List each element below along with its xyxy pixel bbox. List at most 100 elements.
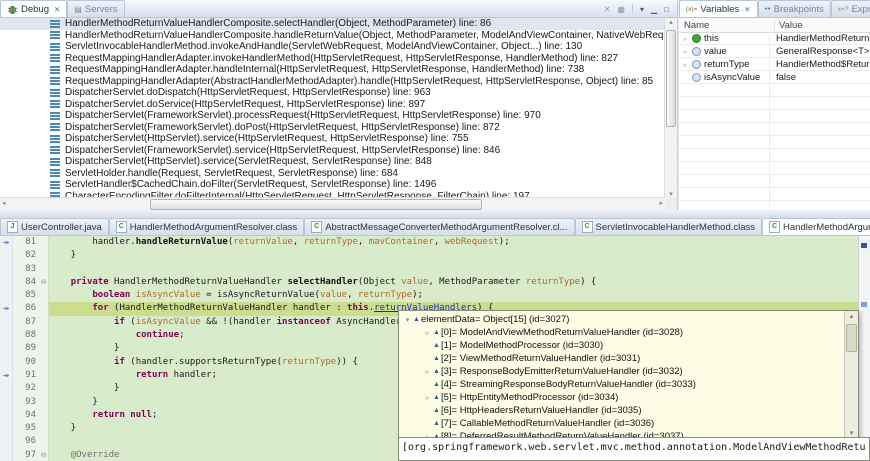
variables-table: ▹ this HandlerMethodReturnVa ▹ value GeneralR… [679,32,870,210]
scrollbar-thumb[interactable] [846,324,857,352]
view-menu-icon[interactable]: ▾ [640,5,644,14]
stack-frame-row[interactable]: ServletInvocableHandlerMethod.invokeAndH… [0,41,665,53]
expander-icon[interactable]: ▹ [682,48,689,56]
stack-frame-row[interactable]: HandlerMethodReturnValueHandlerComposite… [0,18,665,30]
restore-icon[interactable]: ▦ [617,5,625,14]
scroll-left-icon[interactable]: ◂ [2,198,6,209]
instruction-pointer-marker [0,329,12,342]
variable-row[interactable]: ▹ this HandlerMethodReturnVa [679,32,870,45]
fold-marker [39,435,48,448]
eclipse-debug-perspective: Debug ✕ ▤ Servers ✕ ▦ ▾ ▁ □ HandlerMetho… [0,0,870,461]
popup-tree-item[interactable]: ▹ ▲ [0]= ModelAndViewMethodReturnValueHand… [399,326,858,339]
variable-row[interactable]: ▹ returnType HandlerMethod$ReturnV [679,58,870,71]
code-line-81[interactable]: handler.handleReturnValue(returnValue, r… [49,236,858,249]
popup-detail-pane[interactable]: [org.springframework.web.servlet.mvc.met… [398,437,870,461]
stack-frame-row[interactable]: ServletHandler$CachedChain.doFilter(Serv… [0,179,665,191]
popup-tree-item[interactable]: ▲ [7]= CallableMethodReturnValueHandler (… [399,417,858,430]
variable-row[interactable]: ▹ value GeneralResponse<T> (id [679,45,870,58]
stack-frame-row[interactable]: DispatcherServlet(FrameworkServlet).proc… [0,110,665,122]
popup-tree-item[interactable]: ▲ [4]= StreamingResponseBodyReturnValueHa… [399,378,858,391]
scrollbar-thumb[interactable] [150,199,482,210]
popup-root-row[interactable]: ▾ ▲ elementData= Object[15] (id=3027) [399,311,858,326]
scroll-down-icon[interactable]: ▾ [665,190,677,198]
scroll-up-icon[interactable]: ▴ [665,18,677,26]
annotation-ruler[interactable]: ↠ ↠ ↠ [0,236,13,461]
code-line-83[interactable] [49,263,858,276]
tab-debug[interactable]: Debug ✕ [0,0,68,17]
popup-tree-item[interactable]: ▹ ▲ [3]= ResponseBodyEmitterReturnValueHan… [399,365,858,378]
expander-icon[interactable]: ▹ [423,329,432,337]
close-icon[interactable]: ✕ [744,5,750,14]
disconnect-icon[interactable]: ✕ [604,5,611,14]
scroll-down-icon[interactable]: ▾ [845,429,858,437]
expander-icon[interactable]: ▹ [423,394,432,402]
stack-frame-row[interactable]: DispatcherServlet(FrameworkServlet).serv… [0,145,665,157]
stack-frame-row[interactable]: DispatcherServlet(FrameworkServlet).doPo… [0,122,665,134]
expander-icon[interactable]: ▹ [682,61,689,69]
editor-tab-4[interactable]: C ServletInvocableHandlerMethod.class [574,218,763,235]
tab-variables[interactable]: (x)= Variables ✕ [679,0,758,17]
editor-tab-3[interactable]: C AbstractMessageConverterMethodArgumentR… [304,218,575,235]
tab-servers[interactable]: ▤ Servers [67,0,125,17]
expander-icon[interactable]: ▹ [682,35,689,43]
code-line-84[interactable]: private HandlerMethodReturnValueHandler … [49,276,858,289]
tab-breakpoints[interactable]: ●● Breakpoints [757,0,831,17]
expander-expanded-icon[interactable]: ▾ [403,316,412,324]
stack-frame-row[interactable]: ServletHolder.handle(Request, ServletReq… [0,168,665,180]
column-header-name[interactable]: Name [679,19,775,31]
code-line-85[interactable]: boolean isAsyncValue = isAsyncReturnValu… [49,289,858,302]
instruction-pointer-marker: ↠ [2,370,10,380]
popup-item-label: [3]= ResponseBodyEmitterReturnValueHandl… [441,366,683,377]
debug-vertical-scrollbar[interactable]: ▴ ▾ [664,18,677,198]
class-file-icon: C [769,221,781,233]
variable-row[interactable]: isAsyncValue false [679,71,870,84]
editor-tab-5[interactable]: CHandlerMethodArgumentResolverComposite.… [762,218,870,235]
popup-tree-item[interactable]: ▲ [2]= ViewMethodReturnValueHandler (id=3… [399,352,858,365]
editor-tab-1[interactable]: J UserController.java [0,218,109,235]
scrollbar-thumb[interactable] [666,30,676,127]
stack-frame-row[interactable]: HandlerMethodReturnValueHandlerComposite… [0,30,665,42]
maximize-icon[interactable]: □ [664,5,669,14]
instruction-pointer-marker: ↠ [2,304,10,314]
variable-value: GeneralResponse<T> (id [776,46,870,57]
fold-marker [39,342,48,355]
stack-frame-icon [50,54,60,63]
minimize-icon[interactable]: ▁ [651,5,657,14]
call-stack-list: HandlerMethodReturnValueHandlerComposite… [0,18,665,198]
scroll-up-icon[interactable]: ▴ [845,312,858,320]
close-icon[interactable]: ✕ [54,5,60,14]
line-number: 94 [25,409,36,420]
line-number-ruler: 818283848586878889909192939495969798 [13,236,39,461]
stack-frame-icon [50,157,60,166]
editor-tab-2[interactable]: C HandlerMethodArgumentResolver.class [108,218,305,235]
field-triangle-icon: ▲ [433,394,440,401]
popup-tree-item[interactable]: ▲ [1]= ModelMethodProcessor (id=3030) [399,339,858,352]
fold-marker[interactable]: ⊖ [39,276,48,289]
stack-frame-row[interactable]: DispatcherServlet.doDispatch(HttpServlet… [0,87,665,99]
stack-frame-row[interactable]: RequestMappingHandlerAdapter(AbstractHan… [0,76,665,88]
code-line-82[interactable]: } [49,249,858,262]
stack-frame-row[interactable]: RequestMappingHandlerAdapter.handleInter… [0,64,665,76]
overview-ruler[interactable] [858,236,870,461]
stack-frame-row[interactable]: DispatcherServlet(HttpServlet).service(H… [0,133,665,145]
column-header-value[interactable]: Value [775,20,803,31]
stack-frame-label: RequestMappingHandlerAdapter(AbstractHan… [65,75,654,87]
overview-marker[interactable] [861,243,867,248]
stack-frame-row[interactable]: RequestMappingHandlerAdapter.invokeHandl… [0,53,665,65]
tab-expressions[interactable]: x=? Expressions [830,0,870,17]
scroll-right-icon[interactable]: ▸ [659,198,663,209]
popup-tree-item[interactable]: ▹ ▲ [5]= HttpEntityMethodProcessor (id=303… [399,391,858,404]
stack-frame-icon [50,65,60,74]
stack-frame-row[interactable]: DispatcherServlet(HttpServlet).service(S… [0,156,665,168]
folding-ruler[interactable]: ⊖ ⊖ [39,236,49,461]
popup-item-label: [6]= HttpHeadersReturnValueHandler (id=3… [441,405,642,416]
overview-marker[interactable] [861,302,867,307]
fold-marker[interactable]: ⊖ [39,449,48,461]
debug-horizontal-scrollbar[interactable]: ◂ ▸ [0,197,665,210]
horizontal-sash[interactable] [0,210,870,218]
stack-frame-row[interactable]: DispatcherServlet.doService(HttpServletR… [0,99,665,111]
popup-scrollbar[interactable]: ▴ ▾ [844,311,858,438]
expander-icon[interactable]: ▹ [423,368,432,376]
variable-name-cell: ▹ returnType [679,59,772,70]
popup-tree-item[interactable]: ▲ [6]= HttpHeadersReturnValueHandler (id=… [399,404,858,417]
